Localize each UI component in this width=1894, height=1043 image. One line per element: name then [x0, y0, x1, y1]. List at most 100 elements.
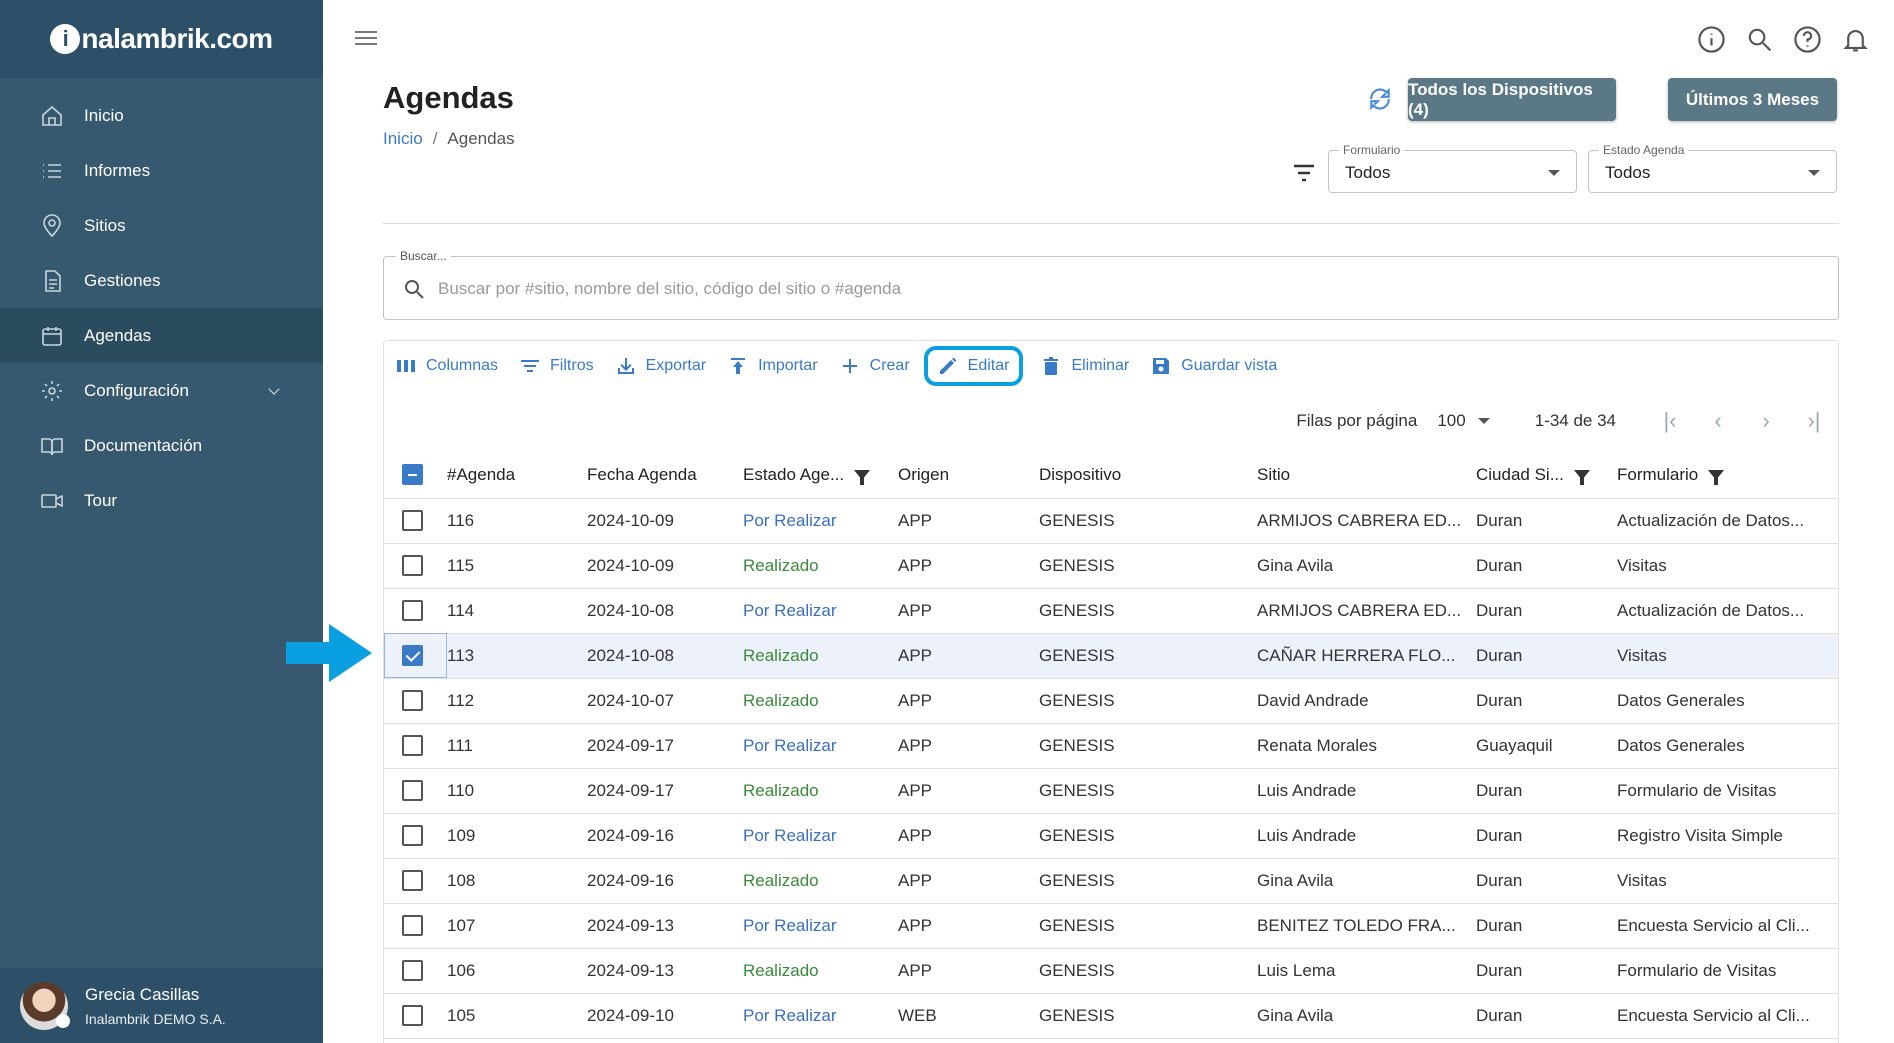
formulario-select[interactable]: Formulario Todos	[1328, 143, 1577, 193]
col-ciudad[interactable]: Ciudad Si...	[1476, 452, 1617, 499]
save-view-button[interactable]: Guardar vista	[1147, 346, 1281, 386]
breadcrumb-home-link[interactable]: Inicio	[383, 129, 423, 148]
agendas-table: #Agenda Fecha Agenda Estado Age... Orige…	[384, 452, 1838, 1039]
table-row[interactable]: 110 2024-09-17 Realizado APP GENESIS Luis And…	[384, 768, 1838, 814]
row-select-cell[interactable]	[384, 678, 447, 724]
sidebar-item-tour[interactable]: Tour	[0, 473, 323, 528]
sidebar-item-informes[interactable]: Informes	[0, 143, 323, 198]
row-select-cell[interactable]	[384, 498, 447, 544]
export-label: Exportar	[645, 357, 707, 374]
table-row[interactable]: 115 2024-10-09 Realizado APP GENESIS Gina Avi…	[384, 543, 1838, 589]
select-all-checkbox[interactable]	[402, 464, 423, 486]
next-page-icon[interactable]: ›	[1742, 408, 1790, 434]
hamburger-menu-icon[interactable]	[355, 28, 377, 48]
sidebar-item-documentacion[interactable]: Documentación	[0, 418, 323, 473]
col-estado[interactable]: Estado Age...	[743, 452, 898, 499]
select-all-cell[interactable]	[384, 452, 447, 499]
col-agenda[interactable]: #Agenda	[447, 452, 587, 499]
row-checkbox[interactable]	[402, 825, 423, 846]
export-button[interactable]: Exportar	[612, 346, 710, 386]
user-panel[interactable]: Grecia Casillas Inalambrik DEMO S.A.	[0, 968, 323, 1043]
cell-formulario: Encuesta Servicio al Cli...	[1617, 993, 1838, 1039]
search-input[interactable]: Buscar... Buscar por #sitio, nombre del …	[383, 249, 1839, 320]
col-formulario[interactable]: Formulario	[1617, 452, 1838, 499]
table-row[interactable]: 106 2024-09-13 Realizado APP GENESIS Luis Lem…	[384, 948, 1838, 994]
all-devices-button[interactable]: Todos los Dispositivos (4)	[1408, 78, 1616, 121]
divider	[383, 223, 1839, 224]
table-row[interactable]: 107 2024-09-13 Por Realizar APP GENESIS BENIT…	[384, 903, 1838, 949]
columns-button[interactable]: Columnas	[392, 346, 502, 386]
estado-agenda-select[interactable]: Estado Agenda Todos	[1588, 143, 1837, 193]
row-checkbox[interactable]	[402, 960, 423, 981]
row-checkbox[interactable]	[402, 870, 423, 891]
filter-list-icon[interactable]	[1292, 163, 1316, 183]
rows-per-page-select[interactable]: 100	[1437, 411, 1490, 431]
cell-ciudad: Duran	[1476, 813, 1617, 859]
import-label: Importar	[758, 357, 818, 374]
row-checkbox[interactable]	[402, 780, 423, 801]
row-checkbox[interactable]	[402, 735, 423, 756]
funnel-icon[interactable]	[1708, 470, 1725, 486]
cell-estado: Realizado	[743, 543, 898, 589]
funnel-icon[interactable]	[854, 470, 871, 486]
row-select-cell[interactable]	[384, 588, 447, 634]
row-checkbox[interactable]	[402, 600, 423, 621]
row-checkbox[interactable]	[402, 915, 423, 936]
delete-button[interactable]: Eliminar	[1037, 346, 1133, 386]
row-select-cell[interactable]	[384, 813, 447, 859]
row-checkbox[interactable]	[402, 510, 423, 531]
sidebar-item-configuracion[interactable]: Configuración	[0, 363, 323, 418]
sidebar-item-inicio[interactable]: Inicio	[0, 88, 323, 143]
cell-estado: Realizado	[743, 633, 898, 679]
last-page-icon[interactable]: ›|	[1790, 408, 1838, 434]
refresh-icon[interactable]	[1367, 86, 1393, 112]
help-icon[interactable]	[1793, 25, 1822, 54]
col-dispositivo[interactable]: Dispositivo	[1039, 452, 1257, 499]
cell-agenda: 111	[447, 723, 587, 769]
edit-button[interactable]: Editar	[923, 346, 1024, 386]
row-select-cell[interactable]	[384, 543, 447, 589]
col-fecha[interactable]: Fecha Agenda	[587, 452, 743, 499]
cell-agenda: 113	[447, 633, 587, 679]
sidebar-item-agendas[interactable]: Agendas	[0, 308, 323, 363]
sidebar-item-gestiones[interactable]: Gestiones	[0, 253, 323, 308]
row-checkbox[interactable]	[402, 1005, 423, 1026]
col-sitio[interactable]: Sitio	[1257, 452, 1476, 499]
filters-button[interactable]: Filtros	[516, 346, 598, 386]
cell-origen: APP	[898, 858, 1039, 904]
row-select-cell[interactable]	[384, 858, 447, 904]
import-button[interactable]: Importar	[724, 346, 822, 386]
row-select-cell[interactable]	[384, 768, 447, 814]
prev-page-icon[interactable]: ‹	[1694, 408, 1742, 434]
row-checkbox[interactable]	[402, 645, 423, 666]
funnel-icon[interactable]	[1573, 470, 1590, 486]
table-row[interactable]: 109 2024-09-16 Por Realizar APP GENESIS Luis …	[384, 813, 1838, 859]
logo[interactable]: i nalambrik.com	[50, 23, 273, 55]
cell-sitio: CAÑAR HERRERA FLO...	[1257, 633, 1476, 679]
row-select-cell[interactable]	[384, 723, 447, 769]
table-row[interactable]: 111 2024-09-17 Por Realizar APP GENESIS Renat…	[384, 723, 1838, 769]
sidebar-item-sitios[interactable]: Sitios	[0, 198, 323, 253]
row-select-cell[interactable]	[384, 993, 447, 1039]
table-row[interactable]: 114 2024-10-08 Por Realizar APP GENESIS ARMIJ…	[384, 588, 1838, 634]
table-row[interactable]: 108 2024-09-16 Realizado APP GENESIS Gina Avi…	[384, 858, 1838, 904]
table-row[interactable]: 113 2024-10-08 Realizado APP GENESIS CAÑAR HE…	[384, 633, 1838, 679]
row-checkbox[interactable]	[402, 690, 423, 711]
first-page-icon[interactable]: |‹	[1646, 408, 1694, 434]
cell-formulario: Visitas	[1617, 543, 1838, 589]
col-origen[interactable]: Origen	[898, 452, 1039, 499]
row-select-cell[interactable]	[384, 948, 447, 994]
table-row[interactable]: 112 2024-10-07 Realizado APP GENESIS David An…	[384, 678, 1838, 724]
row-select-cell[interactable]	[384, 633, 447, 679]
row-select-cell[interactable]	[384, 903, 447, 949]
sidebar: i nalambrik.com Inicio Informes Sitios Ge…	[0, 0, 323, 1043]
table-row[interactable]: 105 2024-09-10 Por Realizar WEB GENESIS Gina …	[384, 993, 1838, 1039]
last-3-months-button[interactable]: Últimos 3 Meses	[1668, 78, 1837, 121]
create-button[interactable]: Crear	[836, 346, 914, 386]
bell-icon[interactable]	[1841, 25, 1870, 54]
info-icon[interactable]	[1697, 25, 1726, 54]
chevron-down-icon[interactable]	[265, 382, 283, 400]
row-checkbox[interactable]	[402, 555, 423, 576]
table-row[interactable]: 116 2024-10-09 Por Realizar APP GENESIS ARMIJ…	[384, 498, 1838, 544]
search-icon[interactable]	[1745, 25, 1774, 54]
